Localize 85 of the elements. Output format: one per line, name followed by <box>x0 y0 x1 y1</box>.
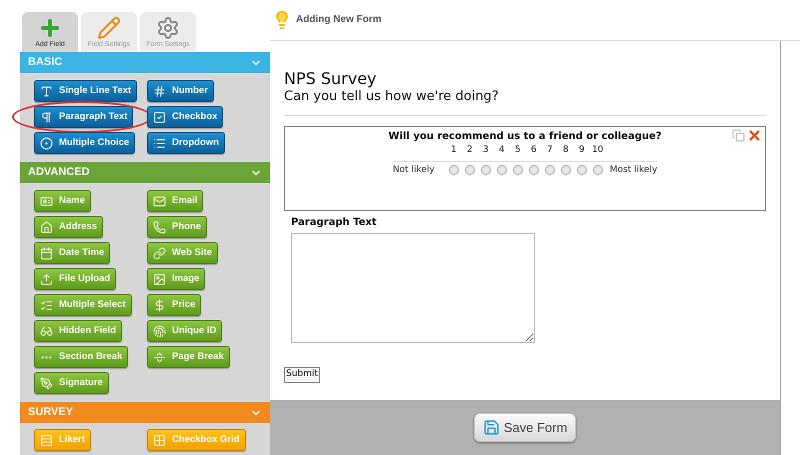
radio-button[interactable] <box>464 165 475 176</box>
section-header[interactable]: SURVEY <box>20 402 270 423</box>
fingerprint-icon <box>153 324 166 338</box>
field-type-button[interactable]: Signature <box>34 372 109 394</box>
house-icon <box>40 220 53 234</box>
scale-number: 8 <box>562 144 570 157</box>
scale-number: 1 <box>450 144 458 157</box>
field-type-button[interactable]: Section Break <box>34 346 128 368</box>
list-icon <box>153 136 166 150</box>
field-type-button[interactable]: Hidden Field <box>34 320 122 342</box>
list-check-icon <box>40 298 53 312</box>
field-type-button[interactable]: Multiple Select <box>34 294 132 316</box>
radio-button[interactable] <box>480 165 491 176</box>
scale-number: 10 <box>590 144 604 157</box>
field-type-button[interactable]: Dropdown <box>147 132 225 154</box>
form-title: NPS Survey <box>284 68 378 89</box>
hash-icon <box>153 84 166 98</box>
field-type-button[interactable]: Email <box>147 190 204 212</box>
glasses-icon <box>40 324 53 338</box>
save-form-button[interactable]: Save Form <box>474 413 576 442</box>
field-type-button[interactable]: Phone <box>147 216 208 238</box>
link-icon <box>153 246 166 260</box>
pencil-icon <box>97 16 121 40</box>
field-type-button[interactable]: Date Time <box>34 242 110 264</box>
radio-button[interactable] <box>512 165 523 176</box>
field-type-button[interactable]: File Upload <box>34 268 116 290</box>
field-type-button[interactable]: Name <box>34 190 91 212</box>
id-card-icon <box>40 194 53 208</box>
scale-number: 7 <box>546 144 554 157</box>
section-title: SURVEY <box>28 405 74 420</box>
letters-icon <box>40 84 53 98</box>
checkbox-icon <box>153 110 166 124</box>
scale-number: 3 <box>482 144 490 157</box>
field-type-button[interactable]: Multiple Choice <box>34 132 136 154</box>
radio-button[interactable] <box>560 165 571 176</box>
envelope-icon <box>153 194 166 208</box>
scale-number: 2 <box>466 144 474 157</box>
field-type-button[interactable]: Likert <box>34 429 91 451</box>
field-label: Paragraph Text <box>291 216 378 230</box>
field-type-button[interactable]: Single Line Text <box>34 80 138 102</box>
upload-icon <box>40 272 53 286</box>
radio-button[interactable] <box>496 165 507 176</box>
delete-icon[interactable] <box>747 128 762 143</box>
section-header[interactable]: ADVANCED <box>20 162 270 183</box>
radio-button[interactable] <box>576 165 587 176</box>
section-header[interactable]: BASIC <box>20 52 270 73</box>
radio-button[interactable] <box>544 165 555 176</box>
separator-icon <box>153 350 166 364</box>
section-title: BASIC <box>28 55 62 70</box>
duplicate-icon[interactable] <box>732 129 745 142</box>
field-type-button[interactable]: Address <box>34 216 104 238</box>
phone-icon <box>153 220 166 234</box>
field-type-button[interactable]: Web Site <box>147 242 218 264</box>
pilcrow-icon <box>40 110 53 124</box>
field-type-button[interactable]: Number <box>147 80 214 102</box>
scale-number: 4 <box>498 144 506 157</box>
scale-number: 6 <box>530 144 538 157</box>
calendar-icon <box>40 246 53 260</box>
radio-button[interactable] <box>448 165 459 176</box>
form-subtitle: Can you tell us how we're doing? <box>284 88 500 105</box>
pen-icon <box>40 376 53 390</box>
submit-button[interactable]: Submit <box>284 367 320 382</box>
paragraph-textarea[interactable] <box>291 233 535 343</box>
field-type-button[interactable]: Image <box>147 268 206 290</box>
scale-low-label: Not likely <box>392 164 436 176</box>
gear-icon <box>156 16 180 40</box>
field-type-button[interactable]: Price <box>147 294 202 316</box>
radio-icon <box>40 136 53 150</box>
field-type-button[interactable]: Checkbox <box>147 106 224 128</box>
section-title: ADVANCED <box>28 165 90 180</box>
question-text: Will you recommend us to a friend or colleague? <box>388 130 662 144</box>
image-icon <box>153 272 166 286</box>
scale-high-label: Most likely <box>610 164 658 176</box>
scale-number: 9 <box>578 144 586 157</box>
radio-button[interactable] <box>592 165 603 176</box>
field-type-button[interactable]: Checkbox Grid <box>147 429 246 451</box>
scale-number: 5 <box>514 144 522 157</box>
field-type-button[interactable]: Paragraph Text <box>34 106 134 128</box>
dollar-icon <box>153 298 166 312</box>
rows-icon <box>40 434 53 446</box>
header-title: Adding New Form <box>296 13 382 28</box>
field-type-button[interactable]: Page Break <box>147 346 230 368</box>
radio-button[interactable] <box>528 165 539 176</box>
grid-icon <box>153 434 166 446</box>
field-type-button[interactable]: Unique ID <box>147 320 222 342</box>
